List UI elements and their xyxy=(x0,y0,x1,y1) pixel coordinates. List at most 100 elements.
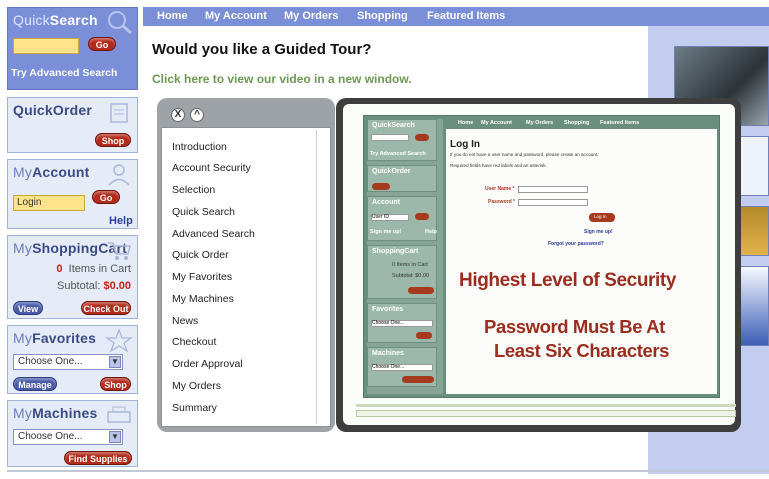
preview-advanced-link: Try Advanced Search xyxy=(370,151,426,157)
advanced-search-link[interactable]: Try Advanced Search xyxy=(11,67,117,79)
chevron-down-icon: ▼ xyxy=(109,431,121,443)
help-link[interactable]: Help xyxy=(109,215,133,227)
preview-login-subtitle: If you do not have a user name and passw… xyxy=(450,152,599,157)
preview-account-title: Account xyxy=(372,199,400,206)
clipboard-icon xyxy=(110,103,128,123)
preview-login-button-label: Log In xyxy=(594,214,607,219)
preview-password-input xyxy=(518,199,588,206)
star-icon xyxy=(105,328,133,352)
favorites-shop-button[interactable]: Shop xyxy=(100,377,131,391)
preview-favorites: Favorites Choose One... xyxy=(367,303,437,343)
preview-favorites-select: Choose One... xyxy=(371,320,433,327)
preview-nav: Home My Account My Orders Shopping Featu… xyxy=(446,119,717,129)
preview-username-label: User Name * xyxy=(485,186,515,192)
preview-signup-link: Sign me up! xyxy=(584,229,613,235)
tour-item-account-security[interactable]: Account Security xyxy=(172,162,251,174)
quicksearch-title: QuickSearch xyxy=(13,12,98,28)
cart-icon xyxy=(108,242,131,260)
tour-item-summary[interactable]: Summary xyxy=(172,402,217,414)
nav-my-orders[interactable]: My Orders xyxy=(284,10,338,22)
cart-view-button[interactable]: View xyxy=(13,301,43,315)
page: QuickSearch Go Try Advanced Search Quick… xyxy=(0,0,769,479)
tour-item-advanced-search[interactable]: Advanced Search xyxy=(172,228,255,240)
preview-nav-home: Home xyxy=(458,120,474,126)
machines-box: MyMachines Choose One... ▼ Find Supplies xyxy=(7,400,138,467)
preview-favorites-title: Favorites xyxy=(372,306,404,313)
preview-nav-my-account: My Account xyxy=(481,120,512,126)
preview-shop-button xyxy=(372,183,390,190)
preview-cart-items: 0 Items in Cart xyxy=(392,262,428,268)
nav-shopping[interactable]: Shopping xyxy=(357,10,408,22)
left-sidebar: QuickSearch Go Try Advanced Search Quick… xyxy=(7,7,138,470)
tour-item-selection[interactable]: Selection xyxy=(172,184,215,196)
preview-search-input xyxy=(371,134,409,141)
quickorder-title: QuickOrder xyxy=(13,102,93,118)
preview-required-note: Required fields have red labels and an a… xyxy=(450,163,547,168)
preview-account-go xyxy=(415,213,429,220)
preview-machines-select: Choose One... xyxy=(371,364,433,371)
quicksearch-go-button[interactable]: Go xyxy=(88,37,116,51)
nav-home[interactable]: Home xyxy=(157,10,188,22)
overlay-password-line-1: Password Must Be At xyxy=(484,316,665,337)
favorites-manage-button[interactable]: Manage xyxy=(13,377,57,391)
myaccount-box: MyAccount Login Go Help xyxy=(7,159,138,229)
myaccount-title: MyAccount xyxy=(13,164,90,180)
preview-account: Account User ID Sign me up! Help xyxy=(367,196,437,241)
preview-quickorder-title: QuickOrder xyxy=(372,168,411,175)
tour-item-news[interactable]: News xyxy=(172,315,198,327)
cart-box: MyShoppingCart 0 Items in Cart Subtotal:… xyxy=(7,235,138,319)
preview-find-supplies xyxy=(402,376,434,383)
tour-video-canvas: Home My Account My Orders Shopping Featu… xyxy=(343,104,736,425)
tour-scrollbar[interactable] xyxy=(316,130,328,424)
video-controls-bar[interactable] xyxy=(356,410,736,417)
preview-nav-shopping: Shopping xyxy=(564,120,590,126)
preview-nav-my-orders: My Orders xyxy=(526,120,554,126)
find-supplies-button[interactable]: Find Supplies xyxy=(64,451,132,465)
tour-item-order-approval[interactable]: Order Approval xyxy=(172,358,243,370)
printer-icon xyxy=(107,406,131,423)
video-link[interactable]: Click here to view our video in a new wi… xyxy=(152,72,412,86)
collapse-icon[interactable]: ^ xyxy=(190,108,204,122)
cart-subtotal: Subtotal: $0.00 xyxy=(56,280,131,292)
bottom-divider xyxy=(7,470,769,472)
nav-my-account[interactable]: My Account xyxy=(205,10,267,22)
machines-select[interactable]: Choose One... ▼ xyxy=(13,429,123,445)
tour-item-my-machines[interactable]: My Machines xyxy=(172,293,234,305)
preview-forgot-link: Forgot your password? xyxy=(548,241,604,247)
tour-chapter-panel: X ^ Introduction Account Security Select… xyxy=(157,98,335,432)
login-input[interactable]: Login xyxy=(13,195,85,211)
person-icon xyxy=(108,164,130,186)
preview-quickorder: QuickOrder xyxy=(367,165,437,192)
quickorder-shop-button[interactable]: Shop xyxy=(95,133,131,147)
video-progress-track[interactable] xyxy=(356,404,736,407)
preview-login-title: Log In xyxy=(450,139,480,150)
tour-item-quick-search[interactable]: Quick Search xyxy=(172,206,235,218)
overlay-password-line-2: Least Six Characters xyxy=(494,340,670,361)
login-go-button[interactable]: Go xyxy=(92,190,120,204)
preview-nav-featured-items: Featured Items xyxy=(600,120,640,126)
tour-item-introduction[interactable]: Introduction xyxy=(172,141,227,153)
close-icon[interactable]: X xyxy=(171,108,185,122)
chevron-down-icon: ▼ xyxy=(109,356,121,368)
checkout-button[interactable]: Check Out xyxy=(81,301,131,315)
preview-cart-title: ShoppingCart xyxy=(372,248,419,255)
tour-item-my-orders[interactable]: My Orders xyxy=(172,380,221,392)
top-nav: Home My Account My Orders Shopping Featu… xyxy=(143,7,769,26)
preview-cart: ShoppingCart 0 Items in Cart Subtotal: $… xyxy=(367,245,437,299)
preview-help: Help xyxy=(425,229,437,235)
preview-machines-title: Machines xyxy=(372,350,404,357)
preview-quicksearch: QuickSearch Try Advanced Search xyxy=(367,119,437,161)
preview-cart-subtotal: Subtotal: $0.00 xyxy=(392,273,430,279)
favorites-box: MyFavorites Choose One... ▼ Manage Shop xyxy=(7,325,138,394)
preview-userid-input: User ID xyxy=(371,214,409,221)
nav-featured-items[interactable]: Featured Items xyxy=(427,10,505,22)
overlay-security-text: Highest Level of Security xyxy=(459,270,677,291)
tour-item-my-favorites[interactable]: My Favorites xyxy=(172,271,232,283)
favorites-select[interactable]: Choose One... ▼ xyxy=(13,354,123,370)
tour-video-frame: Home My Account My Orders Shopping Featu… xyxy=(336,98,741,432)
magnifier-icon xyxy=(108,11,132,34)
machines-title: MyMachines xyxy=(13,405,98,421)
tour-item-quick-order[interactable]: Quick Order xyxy=(172,249,229,261)
quicksearch-input[interactable] xyxy=(13,38,79,54)
tour-item-checkout[interactable]: Checkout xyxy=(172,336,216,348)
